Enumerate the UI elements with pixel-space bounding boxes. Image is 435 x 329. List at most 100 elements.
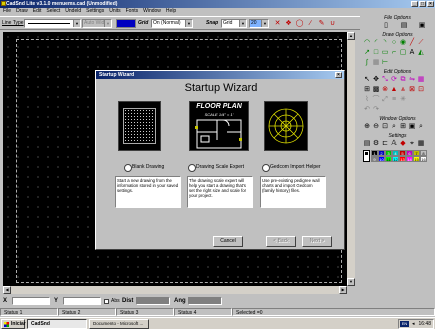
- menu-help[interactable]: Help: [166, 8, 176, 15]
- group-icon[interactable]: ⊞: [363, 86, 371, 94]
- zoom-in-icon[interactable]: ⊕: [363, 123, 371, 131]
- fillet-icon[interactable]: ⌒: [372, 96, 380, 104]
- color-settings-icon[interactable]: ◆: [399, 140, 407, 148]
- scroll-down-icon[interactable]: ▼: [347, 278, 355, 286]
- units-icon[interactable]: ⊏: [381, 140, 389, 148]
- offset-icon[interactable]: ≡: [390, 96, 398, 104]
- erase-icon[interactable]: ⊗: [381, 86, 389, 94]
- snap-settings-icon[interactable]: ⌖: [408, 140, 416, 148]
- abs-checkbox[interactable]: [104, 299, 109, 304]
- rectangle-icon[interactable]: □: [372, 49, 380, 57]
- blank-drawing-preview[interactable]: [118, 101, 161, 151]
- maximize-button[interactable]: □: [419, 1, 426, 7]
- circle-dot-icon[interactable]: ◉: [399, 39, 407, 47]
- task-cadsnd[interactable]: CadSnd: [27, 319, 87, 329]
- grid-edit-icon[interactable]: ▦: [417, 76, 425, 84]
- line-type-select[interactable]: ▼: [24, 19, 81, 28]
- grid-select[interactable]: On (Normal) ▼: [151, 19, 193, 28]
- zoom-window-icon[interactable]: ⊡: [381, 123, 389, 131]
- color-swatch[interactable]: 10: [378, 156, 385, 162]
- shape-icon[interactable]: ◭: [417, 49, 425, 57]
- properties-icon[interactable]: ⚙: [372, 140, 380, 148]
- scale-icon[interactable]: ⤢: [381, 96, 389, 104]
- text-icon[interactable]: A: [408, 49, 416, 57]
- pan-icon[interactable]: ⊞: [399, 123, 407, 131]
- break-icon[interactable]: ⌇: [363, 96, 371, 104]
- block-icon[interactable]: ▩: [372, 86, 380, 94]
- speaker-icon[interactable]: ◂: [412, 320, 415, 328]
- square-icon[interactable]: ▢: [399, 49, 407, 57]
- color-swatch[interactable]: 11: [385, 156, 392, 162]
- trim-icon[interactable]: ⩓: [399, 86, 407, 94]
- zoom-extents-icon[interactable]: ⌕: [390, 123, 398, 131]
- rotate-icon[interactable]: ⟳: [390, 76, 398, 84]
- extend-icon[interactable]: ⊠: [408, 86, 416, 94]
- color-swatch[interactable]: 15: [413, 156, 420, 162]
- color-swatch[interactable]: 13: [399, 156, 406, 162]
- gedcom-preview[interactable]: [264, 101, 308, 151]
- redraw-icon[interactable]: ▣: [408, 123, 416, 131]
- language-indicator[interactable]: EN: [400, 321, 409, 327]
- arc3-icon[interactable]: ◝: [381, 39, 389, 47]
- pointer-icon[interactable]: ↖: [363, 76, 371, 84]
- undo-icon[interactable]: ↶: [363, 106, 371, 114]
- color-swatch-button[interactable]: [116, 19, 136, 28]
- vertical-scrollbar[interactable]: ▲ ▼: [347, 32, 355, 286]
- y-input[interactable]: [63, 297, 101, 305]
- close-button[interactable]: ×: [427, 1, 434, 7]
- menu-edit[interactable]: Edit: [33, 8, 42, 15]
- cut-icon[interactable]: ⌐: [390, 49, 398, 57]
- color-swatch[interactable]: 9: [371, 156, 378, 162]
- open-file-icon[interactable]: ▤: [400, 22, 408, 30]
- new-file-icon[interactable]: ▯: [382, 22, 390, 30]
- font-icon[interactable]: 𝔸: [390, 140, 398, 148]
- next-button[interactable]: Next >: [302, 236, 332, 247]
- stretch-icon[interactable]: ⤡: [381, 76, 389, 84]
- color-swatch[interactable]: 12: [392, 156, 399, 162]
- pencil-icon[interactable]: ✎: [317, 19, 326, 28]
- auto-width-select[interactable]: Auto Width ▼: [82, 19, 112, 28]
- array-icon[interactable]: ⊡: [417, 86, 425, 94]
- rectangle2-icon[interactable]: ▭: [381, 49, 389, 57]
- dist-input[interactable]: [136, 297, 170, 305]
- drawing-scale-expert-radio[interactable]: Drawing Scale Expert: [188, 164, 244, 172]
- dimension-icon[interactable]: ⊢: [381, 59, 389, 67]
- explode-icon[interactable]: ✳: [399, 96, 407, 104]
- horizontal-scrollbar[interactable]: ◀ ▶: [3, 286, 347, 294]
- menu-fonts[interactable]: Fonts: [126, 8, 139, 15]
- arc-icon[interactable]: ◠: [363, 39, 371, 47]
- color-swatch[interactable]: 14: [406, 156, 413, 162]
- arc2-icon[interactable]: ◜: [372, 39, 380, 47]
- curve-icon[interactable]: ↗: [363, 49, 371, 57]
- menu-undeld[interactable]: Undeld: [65, 8, 81, 15]
- ang-input[interactable]: [188, 297, 222, 305]
- cancel-button[interactable]: Cancel: [213, 236, 243, 247]
- scroll-up-icon[interactable]: ▲: [347, 32, 355, 40]
- save-file-icon[interactable]: ▣: [418, 22, 426, 30]
- blank-drawing-radio[interactable]: Blank Drawing: [124, 164, 164, 172]
- x-icon[interactable]: ✕: [273, 19, 282, 28]
- polyline-icon[interactable]: ⟋: [417, 39, 425, 47]
- copy-icon[interactable]: ⧉: [399, 76, 407, 84]
- menu-units[interactable]: Units: [109, 8, 120, 15]
- line-icon[interactable]: ╱: [408, 39, 416, 47]
- magnet-icon[interactable]: ∪: [328, 19, 337, 28]
- layers-icon[interactable]: ▤: [363, 140, 371, 148]
- menu-window[interactable]: Window: [143, 8, 161, 15]
- triangle-icon[interactable]: ▲: [390, 86, 398, 94]
- dialog-close-button[interactable]: ×: [335, 72, 342, 78]
- menu-select[interactable]: Select: [46, 8, 60, 15]
- zoom-all-icon[interactable]: ⌕: [417, 123, 425, 131]
- menu-draw[interactable]: Draw: [16, 8, 28, 15]
- snap-select[interactable]: Grid ▼: [221, 19, 247, 28]
- task-word[interactable]: Documento - Microsoft ...: [89, 319, 149, 329]
- floor-plan-preview[interactable]: FLOOR PLAN SCALE 1/4" = 1': [189, 101, 249, 151]
- circle-icon[interactable]: ◯: [295, 19, 304, 28]
- scroll-left-icon[interactable]: ◀: [3, 286, 11, 294]
- snap-extra-select[interactable]: 20 ▼: [249, 19, 269, 28]
- mirror-icon[interactable]: ⇋: [408, 76, 416, 84]
- redo-icon[interactable]: ↷: [372, 106, 380, 114]
- spline-icon[interactable]: ∫: [363, 59, 371, 67]
- grid-settings-icon[interactable]: ▦: [417, 140, 425, 148]
- zoom-out-icon[interactable]: ⊖: [372, 123, 380, 131]
